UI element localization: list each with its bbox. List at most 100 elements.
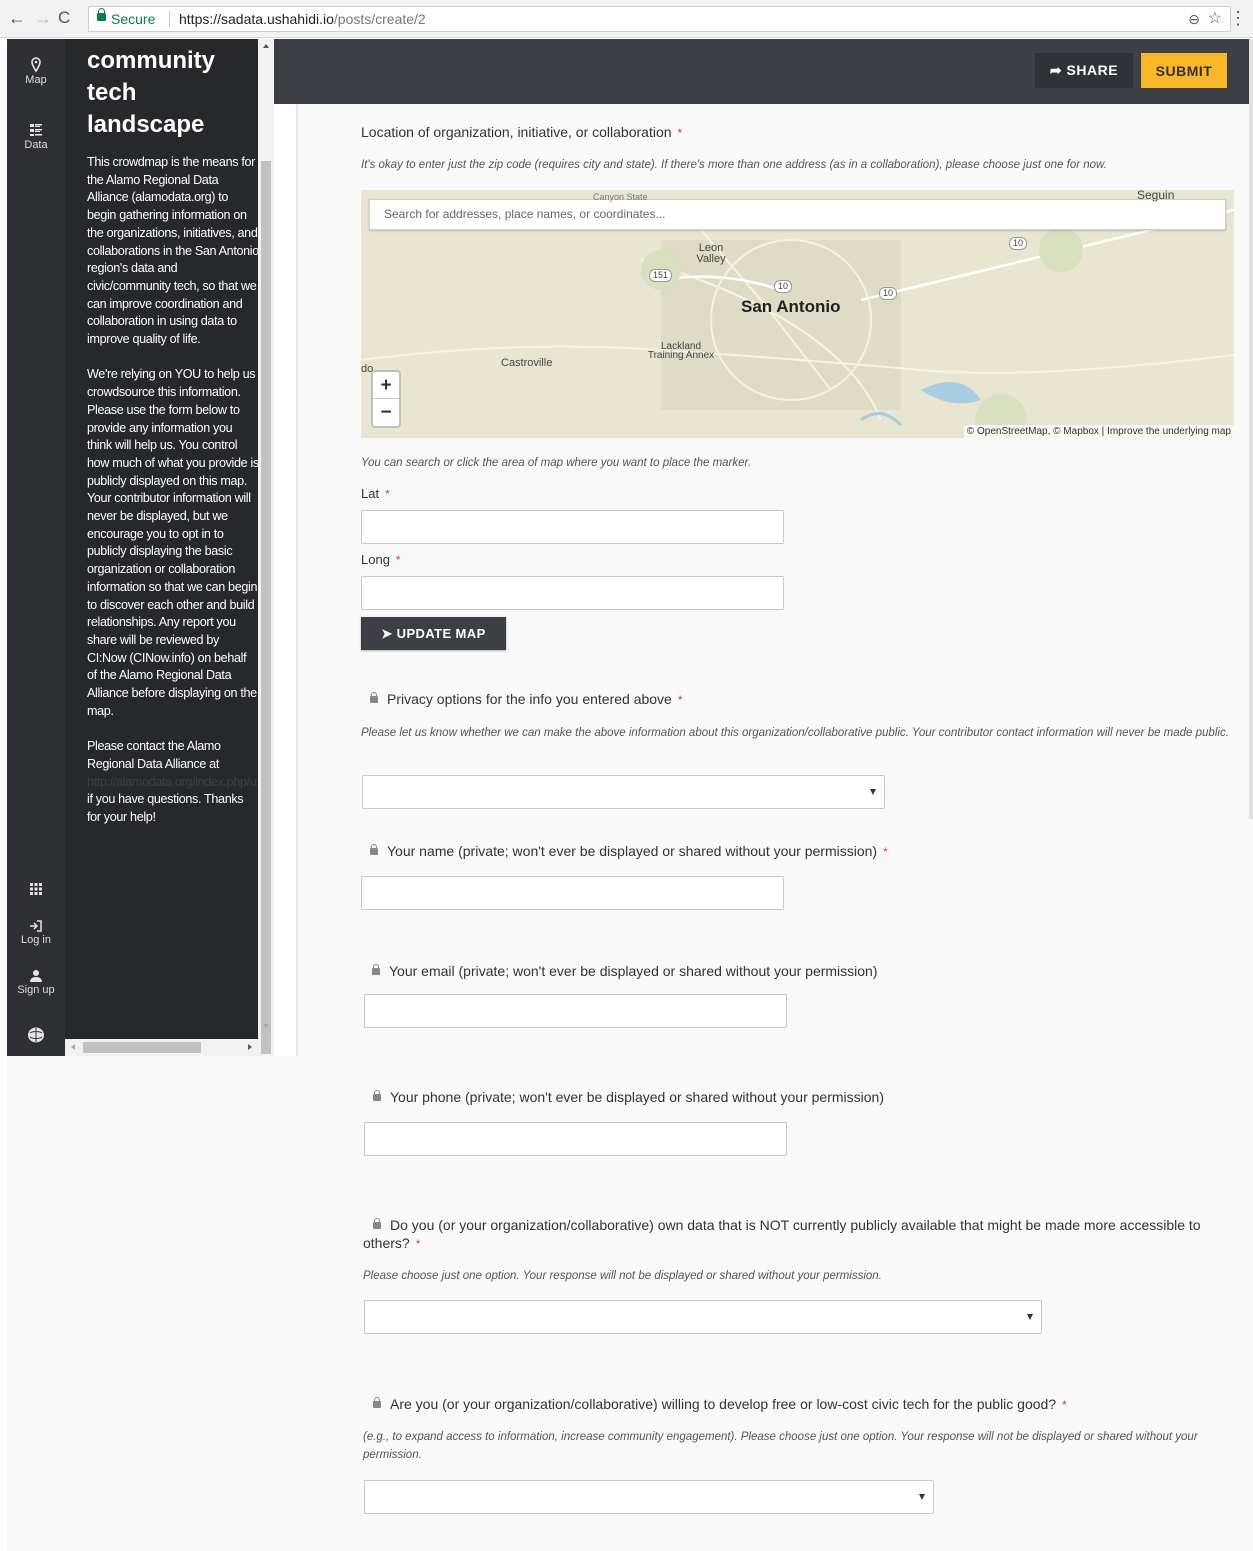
- reload-icon[interactable]: C: [58, 8, 70, 28]
- nav-data-label: Data: [24, 139, 48, 151]
- city-castroville: Castroville: [501, 357, 553, 369]
- nav-map[interactable]: Map: [7, 57, 65, 86]
- lock-icon: [373, 1397, 381, 1408]
- sidebar-vertical-scrollbar[interactable]: [258, 39, 274, 1056]
- own-data-hint: Please choose just one option. Your resp…: [363, 1270, 882, 1282]
- highway-10-shield: 10: [774, 280, 793, 293]
- nav-map-label: Map: [25, 74, 47, 86]
- app-nav-rail: Map Data Log in Sign up: [7, 39, 65, 1056]
- nav-signup[interactable]: Sign up: [7, 969, 65, 996]
- long-label-text: Long: [361, 552, 390, 567]
- sidebar-hscroll-thumb[interactable]: [83, 1042, 201, 1053]
- location-hint: It's okay to enter just the zip code (re…: [361, 159, 1107, 171]
- required-asterisk: *: [385, 487, 390, 501]
- civic-tech-label-text: Are you (or your organization/collaborat…: [390, 1396, 1057, 1412]
- civic-tech-select[interactable]: [364, 1480, 934, 1514]
- privacy-field-label: Privacy options for the info you entered…: [370, 691, 683, 707]
- long-field-label: Long *: [361, 552, 401, 567]
- sidebar-paragraph: We're relying on YOU to help us crowdsou…: [87, 367, 258, 718]
- ushahidi-logo-icon: [28, 1027, 44, 1043]
- login-icon: [30, 920, 42, 932]
- browser-toolbar: ← → C Secure https://sadata.ushahidi.io/…: [0, 0, 1253, 38]
- scroll-left-arrow-icon[interactable]: [71, 1044, 75, 1050]
- url-text: https://sadata.ushahidi.io/posts/create/…: [179, 7, 426, 31]
- content-divider: [296, 104, 298, 1056]
- phone-input[interactable]: [364, 1122, 787, 1156]
- city-leon-valley: Leon Valley: [696, 242, 726, 265]
- lock-icon: [373, 1218, 381, 1229]
- scroll-right-arrow-icon[interactable]: [248, 1044, 252, 1050]
- required-asterisk: *: [1062, 1398, 1067, 1412]
- nav-data[interactable]: Data: [7, 123, 65, 151]
- required-asterisk: *: [677, 126, 683, 140]
- address-bar[interactable]: Secure https://sadata.ushahidi.io/posts/…: [88, 6, 1231, 32]
- lock-icon: [370, 692, 378, 703]
- long-input[interactable]: [361, 576, 784, 610]
- name-field-label: Your name (private; won't ever be displa…: [370, 843, 888, 859]
- map-attribution[interactable]: © OpenStreetMap, © Mapbox | Improve the …: [963, 425, 1234, 438]
- chevron-down-icon: [919, 1494, 925, 1500]
- nav-signup-label: Sign up: [17, 984, 55, 996]
- required-asterisk: *: [415, 1237, 421, 1251]
- chevron-down-icon: [1027, 1314, 1033, 1320]
- url-path: /posts/create/2: [333, 11, 426, 27]
- own-data-select[interactable]: [364, 1300, 1042, 1334]
- lat-field-label: Lat *: [361, 486, 390, 501]
- chevron-down-icon: [870, 789, 876, 795]
- nav-more[interactable]: [7, 882, 65, 896]
- url-host: https://sadata.ushahidi.io: [179, 11, 334, 27]
- zoom-in-button[interactable]: +: [373, 372, 399, 399]
- civic-tech-hint: (e.g., to expand access to information, …: [363, 1431, 1198, 1461]
- sidebar-scroll-thumb[interactable]: [261, 161, 271, 1054]
- city-lackland: Lackland Training Annex: [647, 341, 715, 361]
- civic-tech-field-label: Are you (or your organization/collaborat…: [373, 1396, 1067, 1412]
- zoom-magnifier-icon[interactable]: ⊖: [1188, 7, 1200, 31]
- location-map[interactable]: Search for addresses, place names, or co…: [361, 190, 1234, 438]
- sidebar-horizontal-scrollbar[interactable]: [65, 1039, 258, 1056]
- email-label-text: Your email (private; won't ever be displ…: [389, 963, 878, 979]
- submit-button[interactable]: SUBMIT: [1141, 53, 1227, 88]
- locate-arrow-icon: ➤: [381, 625, 397, 641]
- required-asterisk: *: [677, 693, 683, 707]
- highway-10-shield: 10: [1009, 237, 1028, 250]
- lat-input[interactable]: [361, 510, 784, 544]
- scroll-down-arrow-icon[interactable]: [263, 1024, 269, 1028]
- highway-151-shield: 151: [649, 269, 673, 282]
- back-arrow-icon[interactable]: ←: [8, 8, 26, 28]
- secure-lock-icon: [97, 8, 106, 21]
- sidebar-title: community tech landscape: [87, 47, 216, 138]
- privacy-select[interactable]: [362, 775, 885, 809]
- survey-sidebar: community tech landscape This crowdmap i…: [65, 39, 258, 1039]
- scroll-up-arrow-icon[interactable]: [263, 44, 269, 48]
- map-pin-icon: [31, 57, 41, 73]
- privacy-label-text: Privacy options for the info you entered…: [387, 691, 672, 707]
- name-input[interactable]: [361, 876, 784, 910]
- data-list-icon: [30, 124, 42, 136]
- nav-login[interactable]: Log in: [7, 919, 65, 946]
- share-arrow-icon: ➦: [1049, 62, 1067, 78]
- alamodata-link[interactable]: http://alamodata.org/index.php/us/: [87, 775, 258, 789]
- share-label: SHARE: [1066, 62, 1119, 78]
- share-button[interactable]: ➦ SHARE: [1035, 53, 1133, 88]
- page-background: [7, 1056, 298, 1551]
- email-input[interactable]: [364, 994, 787, 1028]
- privacy-hint: Please let us know whether we can make t…: [361, 727, 1229, 739]
- map-search-input[interactable]: Search for addresses, place names, or co…: [369, 199, 1226, 230]
- forward-arrow-icon[interactable]: →: [34, 8, 52, 28]
- bookmark-star-icon[interactable]: ☆: [1208, 7, 1222, 31]
- browser-menu-icon[interactable]: ⋮: [1229, 8, 1247, 29]
- own-data-label-text: Do you (or your organization/collaborati…: [363, 1217, 1201, 1251]
- user-icon: [30, 970, 42, 982]
- sidebar-description: This crowdmap is the means for the Alamo…: [87, 154, 258, 844]
- lock-icon: [370, 844, 378, 855]
- city-san-antonio: San Antonio: [741, 297, 841, 316]
- nav-ushahidi[interactable]: [7, 1026, 65, 1044]
- city-canyon-state: Canyon State: [593, 192, 648, 202]
- city-seguin: Seguin: [1137, 190, 1175, 202]
- update-map-button[interactable]: ➤ UPDATE MAP: [361, 617, 506, 650]
- lock-icon: [372, 964, 380, 975]
- nav-login-label: Log in: [21, 934, 51, 946]
- grid-menu-icon: [30, 883, 42, 895]
- address-divider: [169, 11, 170, 27]
- zoom-out-button[interactable]: −: [373, 399, 399, 426]
